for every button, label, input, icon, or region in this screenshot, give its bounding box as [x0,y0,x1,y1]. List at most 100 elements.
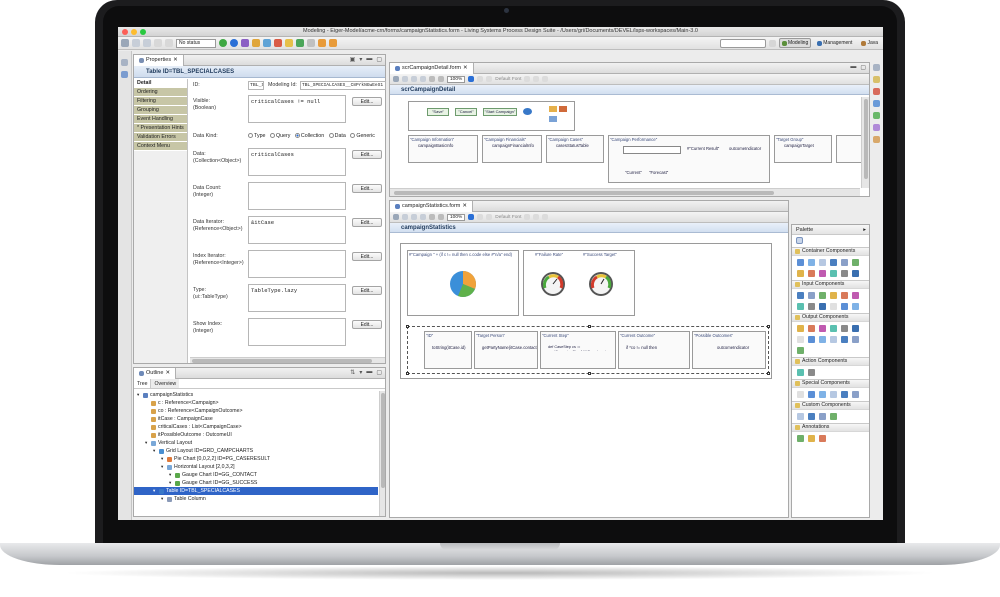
outline-maximize-icon[interactable]: ▢ [376,369,382,376]
vertical-layout[interactable]: #"Campaign " + (if c != null then c.code… [400,243,772,379]
tab-properties[interactable]: Properties ✕ [134,54,184,66]
resize-handle-s[interactable] [588,372,591,375]
resize-handle-sw[interactable] [406,372,409,375]
run-icon[interactable] [219,39,227,47]
palette-component-icon[interactable] [808,391,815,398]
palette-component-icon[interactable] [830,336,837,343]
palette-section-header[interactable]: Action Components [792,357,869,366]
server-icon[interactable] [263,39,271,47]
copy-icon[interactable] [411,76,417,82]
pie-chart-component[interactable]: #"Campaign " + (if c != null then c.code… [407,250,519,316]
package-icon[interactable] [252,39,260,47]
close-editor-icon[interactable]: ✕ [463,63,468,74]
palette-component-icon[interactable] [797,325,804,332]
search-view-icon[interactable] [873,112,880,119]
refresh-icon[interactable] [296,39,304,47]
palette-section-header[interactable]: Input Components [792,280,869,289]
deploy-icon[interactable] [241,39,249,47]
table-column-current-step[interactable]: "Current Step"def CaseStep cs := nextCam… [540,331,616,369]
table-column-current-outcome[interactable]: "Current Outcome" if *co != null then [618,331,690,369]
table-column-possible-outcomes[interactable]: "Possible Outcomes" outcomeIndicator [692,331,766,369]
palette-component-icon[interactable] [819,270,826,277]
palette-component-icon[interactable] [830,259,837,266]
type-field[interactable]: TableType.lazy [248,284,346,312]
print-icon[interactable] [154,39,162,47]
debug-icon[interactable] [230,39,238,47]
grid-toggle-icon-2[interactable] [468,214,475,220]
palette-component-icon[interactable] [830,292,837,299]
campaign-info-column[interactable]: "Campaign Information" campaignBasicInfo [408,135,478,163]
search-tool-icon[interactable] [307,39,315,47]
quick-access-input[interactable] [720,39,766,48]
show-index-field[interactable] [248,318,346,346]
side-tab-presentation-hints[interactable]: * Presentation Hints [134,124,187,133]
palette-component-icon[interactable] [797,391,804,398]
zoom-select-2[interactable]: 100% [447,213,466,221]
palette-component-icon[interactable] [819,303,826,310]
horizontal-layout[interactable]: #"Failure Rate" #"Success Target" [523,250,635,316]
close-outline-icon[interactable]: ✕ [165,368,170,379]
performance-select[interactable] [623,146,681,154]
top-editor-vscroll-thumb[interactable] [864,99,868,179]
distribute-icon[interactable] [486,76,493,82]
outline-item[interactable]: criticalCases : List<CampaignCase> [134,423,378,431]
bold-icon-2[interactable] [524,214,531,220]
palette-component-icon[interactable] [808,259,815,266]
palette-component-icon[interactable] [841,292,848,299]
outline-item[interactable]: ▾ Pie Chart [0,0,2,2] ID=PG_CASERESULT [134,455,378,463]
outline-menu-icon[interactable]: ▾ [359,369,362,376]
palette-section-header[interactable]: Container Components [792,247,869,256]
data-iterator-edit-button[interactable]: Edit... [352,218,382,227]
radio-collection[interactable] [294,133,300,139]
outline-item[interactable]: ▾ Horizontal Layout [2,0,3,2] [134,463,378,471]
back-icon[interactable] [318,39,326,47]
palette-component-icon[interactable] [819,336,826,343]
zoom-select[interactable]: 100% [447,75,466,83]
outline-vscrollbar[interactable] [379,391,385,516]
palette-component-icon[interactable] [852,292,859,299]
outline-vscroll-thumb[interactable] [381,393,385,488]
stop-icon[interactable] [274,39,282,47]
perspective-java[interactable]: Java [858,38,881,48]
outline-item[interactable]: ▾ Table Column [134,495,378,503]
cancel-form-button[interactable]: "Cancel" [455,108,477,116]
folder-icon[interactable] [285,39,293,47]
top-editor-hscroll-thumb[interactable] [394,191,774,195]
paste-icon[interactable] [420,76,426,82]
history-icon[interactable] [873,124,880,131]
editor-minimize-icon[interactable]: ▬ [850,64,856,71]
data-iterator-field[interactable]: &itCase [248,216,346,244]
table-column-id[interactable]: "ID" toString(itCase.id) [424,331,472,369]
zoom-out-icon-2[interactable] [438,214,444,220]
editor-maximize-icon[interactable]: ▢ [860,64,866,71]
perspective-management[interactable]: Management [814,38,855,48]
tasks-icon[interactable] [873,88,880,95]
outline-item[interactable]: co : Reference<CampaignOutcome> [134,407,378,415]
palette-component-icon[interactable] [797,336,804,343]
bookmarks-icon[interactable] [873,136,880,143]
align-icon[interactable] [477,76,484,82]
top-editor-vscrollbar[interactable] [861,97,869,188]
palette-component-icon[interactable] [808,292,815,299]
target-group-column[interactable]: "Target Group" campaignTarget [774,135,832,163]
restore-view-icon[interactable] [121,59,128,66]
palette-component-icon[interactable] [819,259,826,266]
status-select[interactable]: No status [176,38,216,48]
save-icon[interactable] [132,39,140,47]
outline-item[interactable]: itPossibleOutcome : OutcomeUI [134,431,378,439]
top-editor-hscrollbar[interactable] [390,188,860,196]
table-column-target-person[interactable]: "Target Person" getPartyName(itCase.conta… [474,331,538,369]
grid-toggle-icon[interactable] [468,76,475,82]
data-count-field[interactable] [248,182,346,210]
side-tab-context-menu[interactable]: Context Menu [134,142,187,151]
palette-component-icon[interactable] [797,435,804,442]
copy-icon-2[interactable] [411,214,417,220]
palette-component-icon[interactable] [852,391,859,398]
palette-component-icon[interactable] [797,303,804,310]
palette-component-icon[interactable] [797,259,804,266]
navigator-icon[interactable] [121,71,128,78]
campaign-cases-column[interactable]: "Campaign Cases" casesStatusTable [546,135,604,163]
restore-icon-right[interactable] [873,64,880,71]
palette-component-icon[interactable] [841,303,848,310]
palette-section-header[interactable]: Annotations [792,423,869,432]
